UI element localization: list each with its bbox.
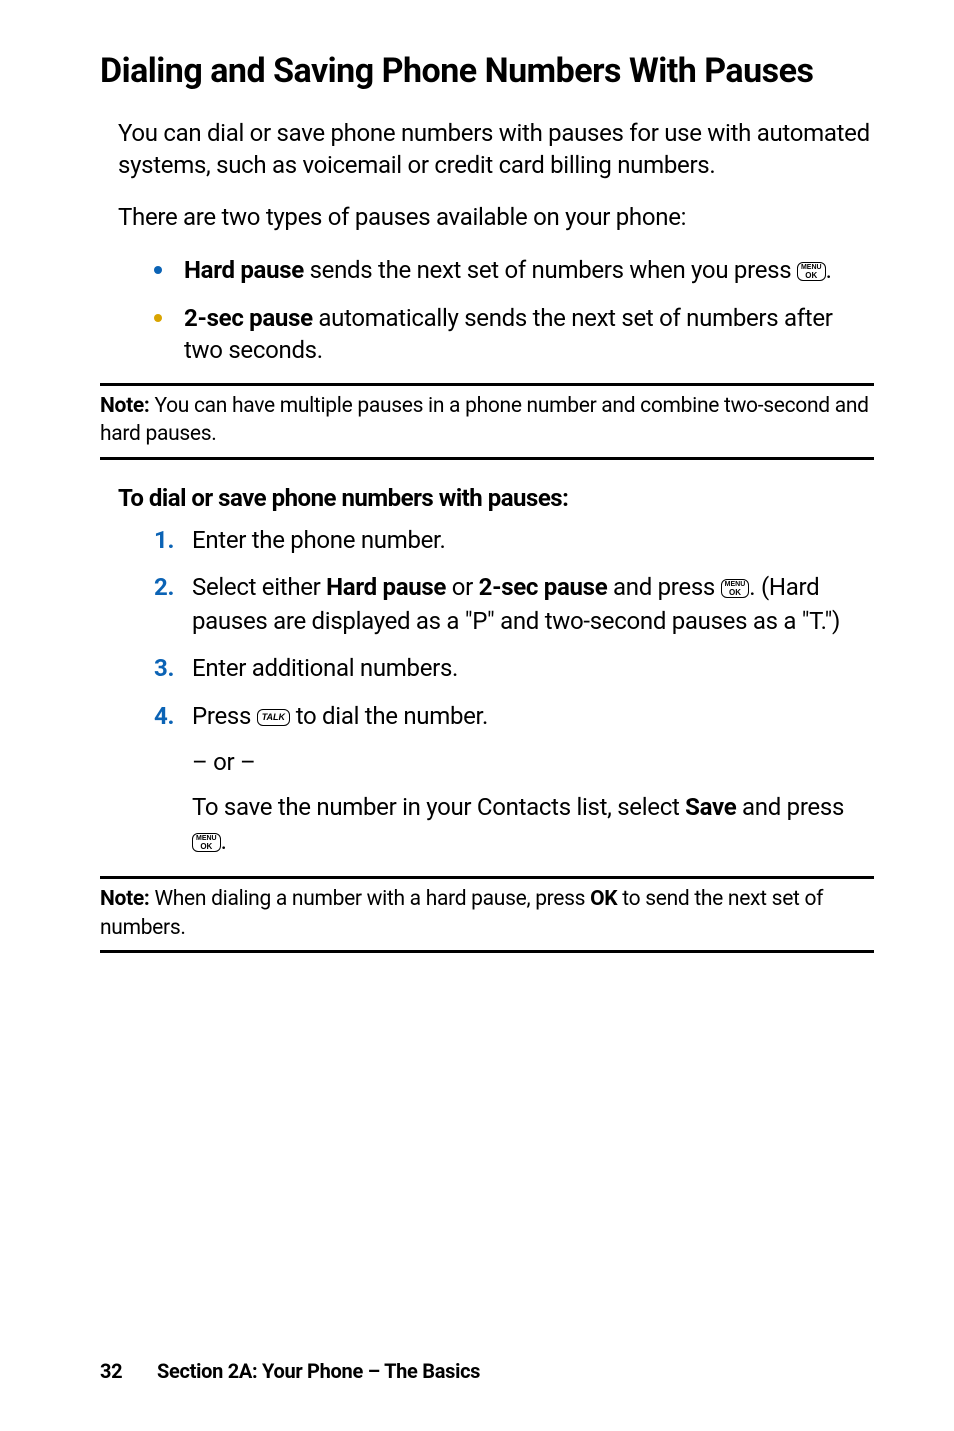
section-label: Section 2A: Your Phone – The Basics bbox=[157, 1359, 480, 1383]
hard-pause-label: Hard pause bbox=[184, 256, 304, 284]
step-number: 4. bbox=[154, 700, 174, 734]
step-text: Enter the phone number. bbox=[192, 526, 445, 554]
page-title: Dialing and Saving Phone Numbers With Pa… bbox=[100, 50, 874, 93]
procedure-steps: 1. Enter the phone number. 2. Select eit… bbox=[100, 524, 874, 859]
two-sec-pause-bullet: 2-sec pause automatically sends the next… bbox=[154, 302, 874, 367]
talk-icon: TALK bbox=[257, 709, 290, 726]
step-text: Enter additional numbers. bbox=[192, 654, 458, 682]
step-save-pre: To save the number in your Contacts list… bbox=[192, 793, 685, 821]
hard-pause-bullet: Hard pause sends the next set of numbers… bbox=[154, 254, 874, 286]
step-2: 2. Select either Hard pause or 2-sec pau… bbox=[154, 571, 874, 638]
step-number: 1. bbox=[154, 524, 174, 558]
page-footer: 32 Section 2A: Your Phone – The Basics bbox=[100, 1359, 480, 1383]
hard-pause-end: . bbox=[826, 256, 832, 284]
step-bold-2sec: 2-sec pause bbox=[479, 573, 608, 601]
step-3: 3. Enter additional numbers. bbox=[154, 652, 874, 686]
step-or: – or – bbox=[192, 746, 874, 780]
step-save-end: . bbox=[221, 827, 227, 855]
note-hard-pause-ok: Note: When dialing a number with a hard … bbox=[100, 876, 874, 953]
step-save-mid: and press bbox=[736, 793, 844, 821]
step-text-after: and press bbox=[607, 573, 720, 601]
page-root: Dialing and Saving Phone Numbers With Pa… bbox=[0, 0, 954, 1431]
procedure-heading: To dial or save phone numbers with pause… bbox=[118, 484, 874, 512]
pause-types-list: Hard pause sends the next set of numbers… bbox=[100, 254, 874, 367]
note-ok: OK bbox=[590, 887, 617, 911]
step-save-bold: Save bbox=[685, 793, 736, 821]
step-number: 3. bbox=[154, 652, 174, 686]
menu-ok-icon: MENUOK bbox=[721, 579, 750, 598]
note-multiple-pauses: Note: You can have multiple pauses in a … bbox=[100, 383, 874, 460]
note-text-a: When dialing a number with a hard pause,… bbox=[150, 887, 591, 911]
step-save: To save the number in your Contacts list… bbox=[192, 791, 874, 858]
menu-ok-icon: MENUOK bbox=[797, 262, 826, 281]
step-text-after: to dial the number. bbox=[290, 702, 488, 730]
types-paragraph: There are two types of pauses available … bbox=[118, 201, 874, 233]
step-4: 4. Press TALK to dial the number. – or –… bbox=[154, 700, 874, 858]
note-label: Note: bbox=[100, 887, 150, 911]
step-bold-hard: Hard pause bbox=[326, 573, 446, 601]
menu-ok-icon: MENUOK bbox=[192, 833, 221, 852]
hard-pause-text: sends the next set of numbers when you p… bbox=[304, 256, 797, 284]
two-sec-pause-label: 2-sec pause bbox=[184, 304, 313, 332]
note-label: Note: bbox=[100, 394, 150, 418]
step-text-pre: Press bbox=[192, 702, 257, 730]
step-1: 1. Enter the phone number. bbox=[154, 524, 874, 558]
step-text-mid: or bbox=[446, 573, 479, 601]
page-number: 32 bbox=[100, 1359, 122, 1383]
step-text-pre: Select either bbox=[192, 573, 326, 601]
note-text: You can have multiple pauses in a phone … bbox=[100, 394, 869, 446]
intro-paragraph: You can dial or save phone numbers with … bbox=[118, 117, 874, 182]
step-number: 2. bbox=[154, 571, 174, 605]
